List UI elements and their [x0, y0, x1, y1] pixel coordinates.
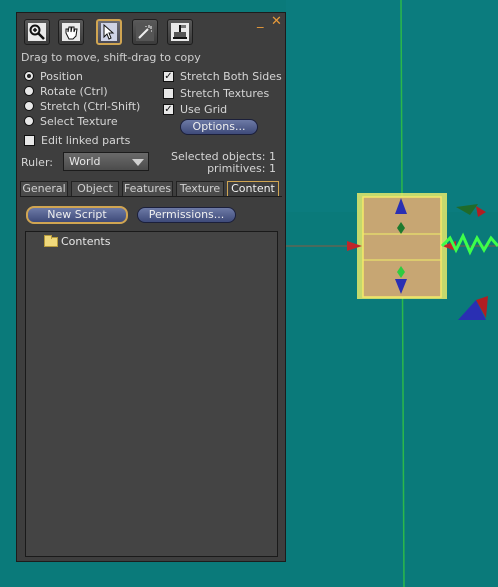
tab-content[interactable]: Content — [227, 181, 279, 197]
new-script-button[interactable]: New Script — [26, 206, 128, 224]
checkbox-label: Use Grid — [180, 102, 228, 116]
tab-texture[interactable]: Texture — [176, 181, 224, 196]
ruler-label: Ruler: — [21, 156, 53, 169]
tab-features[interactable]: Features — [122, 181, 173, 196]
drag-hint: Drag to move, shift-drag to copy — [21, 51, 201, 64]
mode-position-radio[interactable]: Position — [24, 69, 83, 83]
checkbox-label: Stretch Both Sides — [180, 69, 282, 83]
build-floater[interactable]: _ ✕ Drag to move, shift-drag to copy Pos… — [16, 12, 286, 562]
tab-object[interactable]: Object — [71, 181, 119, 196]
checkbox-box[interactable]: ✓ — [163, 70, 174, 82]
radio-button[interactable] — [24, 71, 34, 81]
permissions-button[interactable]: Permissions... — [137, 207, 236, 223]
checkbox-box[interactable] — [24, 134, 35, 146]
ruler-value: World — [69, 155, 101, 168]
close-button[interactable]: ✕ — [271, 15, 282, 29]
mode-select-texture-radio[interactable]: Select Texture — [24, 114, 118, 128]
radio-button[interactable] — [24, 101, 34, 111]
checkbox-box[interactable]: ✓ — [163, 103, 174, 115]
mode-stretch-radio[interactable]: Stretch (Ctrl-Shift) — [24, 99, 140, 113]
minimize-button[interactable]: _ — [257, 15, 264, 29]
stretch-both-sides-checkbox[interactable]: ✓ Stretch Both Sides — [163, 69, 282, 83]
sky-area — [286, 0, 498, 212]
magic-wand-icon — [136, 23, 154, 41]
primitives-count: primitives: 1 — [207, 162, 276, 175]
chevron-down-icon — [132, 159, 144, 166]
pointer-icon — [101, 23, 117, 41]
grab-tool-button[interactable] — [58, 19, 84, 45]
tab-divider — [20, 196, 282, 197]
radio-label: Stretch (Ctrl-Shift) — [40, 99, 141, 113]
focus-tool-button[interactable] — [24, 19, 50, 45]
mode-rotate-radio[interactable]: Rotate (Ctrl) — [24, 84, 108, 98]
folder-icon — [44, 234, 58, 247]
land-icon — [171, 23, 189, 41]
stretch-textures-checkbox[interactable]: Stretch Textures — [163, 86, 269, 100]
radio-label: Select Texture — [40, 114, 118, 128]
contents-tree[interactable]: Contents — [25, 231, 278, 557]
ruler-dropdown[interactable]: World — [63, 152, 149, 171]
hand-icon — [62, 23, 80, 41]
edit-linked-checkbox[interactable]: Edit linked parts — [24, 133, 130, 147]
land-tool-button[interactable] — [167, 19, 193, 45]
radio-label: Position — [40, 69, 83, 83]
checkbox-label: Stretch Textures — [180, 86, 270, 100]
edit-tool-button[interactable] — [96, 19, 122, 45]
tab-bar: General Object Features Texture Content — [20, 181, 282, 197]
tree-item-contents[interactable]: Contents — [44, 234, 111, 248]
tree-item-label: Contents — [61, 235, 111, 248]
radio-button[interactable] — [24, 116, 34, 126]
options-button[interactable]: Options... — [180, 119, 258, 135]
create-tool-button[interactable] — [132, 19, 158, 45]
checkbox-box[interactable] — [163, 87, 174, 99]
radio-button[interactable] — [24, 86, 34, 96]
checkbox-label: Edit linked parts — [41, 133, 131, 147]
radio-label: Rotate (Ctrl) — [40, 84, 108, 98]
use-grid-checkbox[interactable]: ✓ Use Grid — [163, 102, 227, 116]
magnifier-icon — [28, 23, 46, 41]
tab-general[interactable]: General — [20, 181, 68, 196]
